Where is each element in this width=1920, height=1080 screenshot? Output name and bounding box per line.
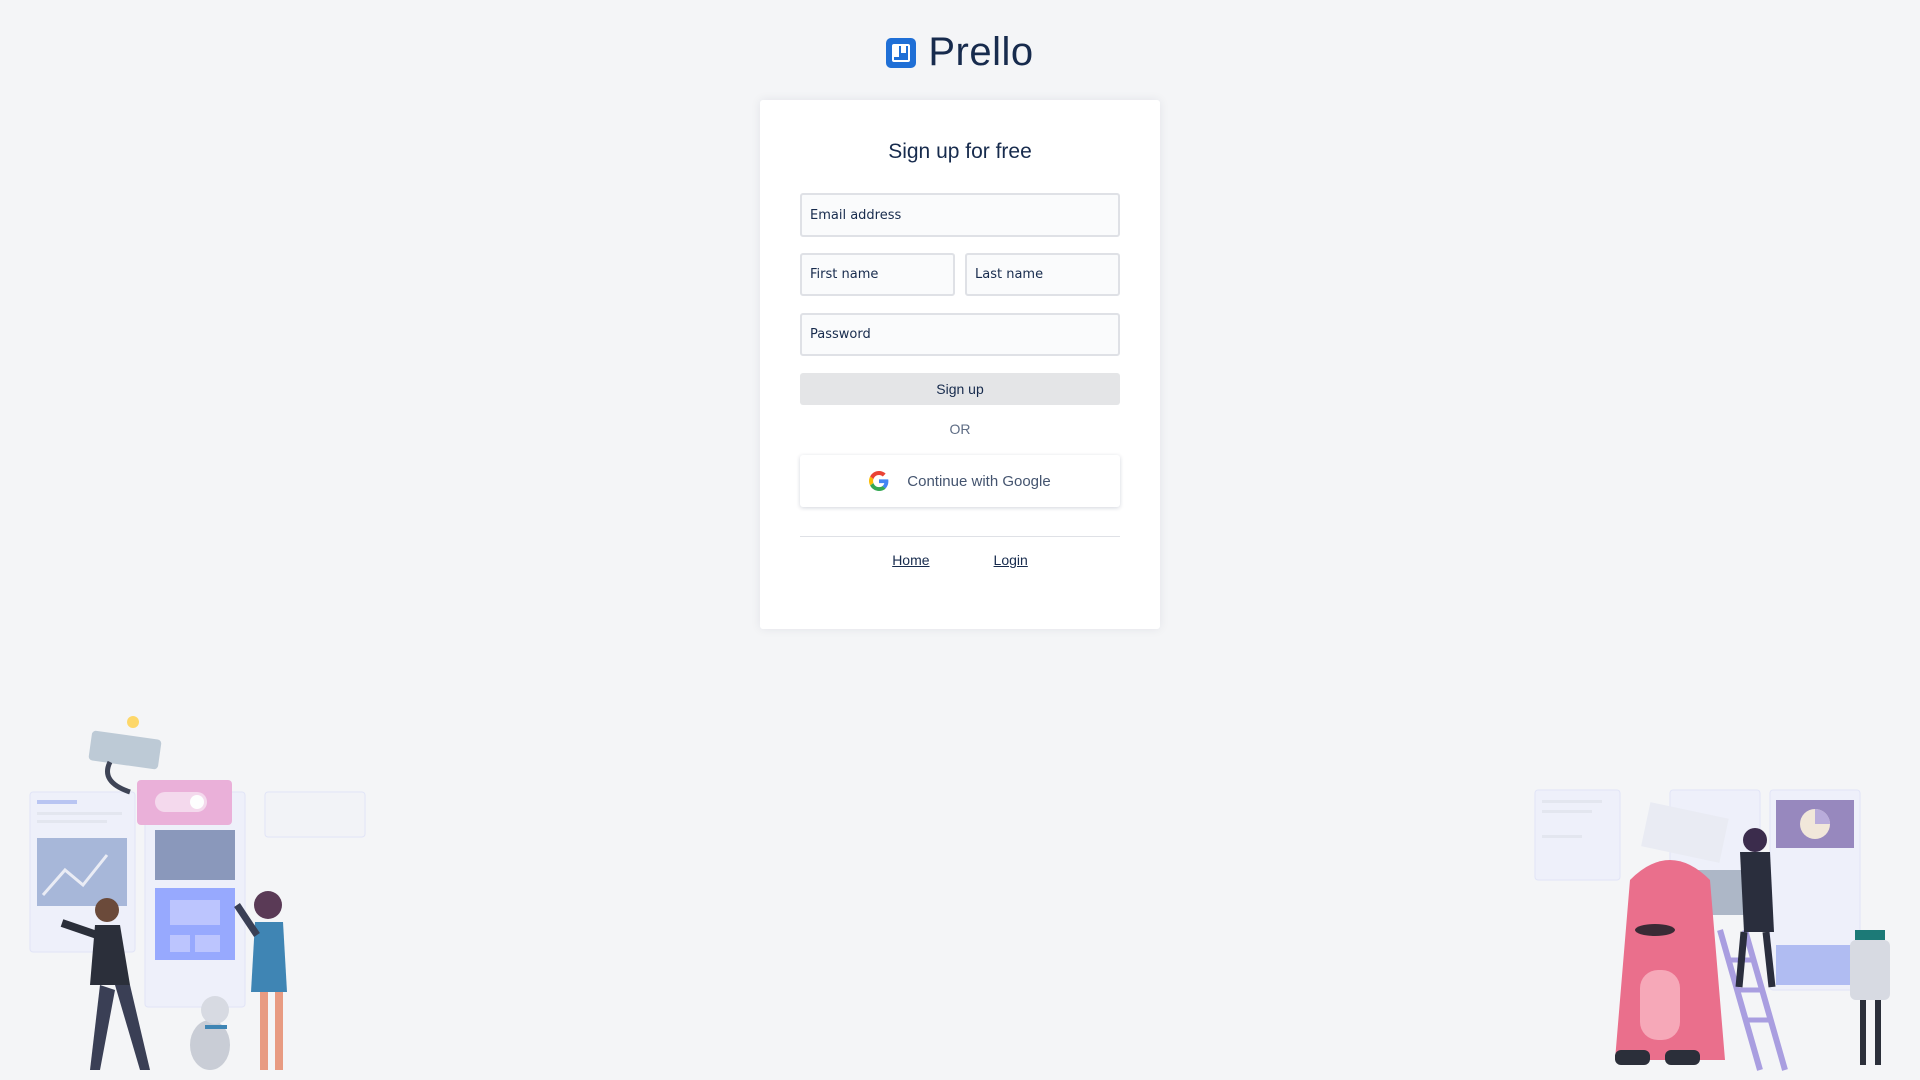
right-illustration: [1534, 789, 1890, 1071]
left-illustration: [29, 716, 366, 1070]
signup-card: Sign up for free Email address First nam…: [760, 100, 1160, 629]
divider: [800, 536, 1120, 537]
login-link[interactable]: Login: [994, 552, 1028, 568]
first-name-placeholder: First name: [810, 267, 879, 282]
google-signin-button[interactable]: Continue with Google: [800, 455, 1120, 507]
signup-button-label: Sign up: [936, 381, 984, 397]
form-title: Sign up for free: [888, 140, 1032, 163]
password-placeholder: Password: [810, 327, 871, 342]
last-name-placeholder: Last name: [975, 267, 1044, 282]
email-placeholder: Email address: [810, 207, 902, 223]
home-link[interactable]: Home: [892, 552, 929, 568]
signup-button[interactable]: Sign up: [800, 373, 1120, 405]
or-separator: OR: [949, 421, 971, 437]
email-input[interactable]: Email address: [800, 193, 1120, 237]
prello-logo-icon: [886, 37, 917, 68]
brand-name: Prello: [928, 30, 1034, 74]
last-name-input[interactable]: Last name: [965, 253, 1120, 296]
first-name-input[interactable]: First name: [800, 253, 955, 296]
google-icon: [869, 471, 889, 491]
brand-header: Prello: [0, 30, 1920, 75]
google-button-label: Continue with Google: [907, 472, 1051, 490]
password-input[interactable]: Password: [800, 313, 1120, 356]
footer-links: Home Login: [760, 552, 1160, 568]
